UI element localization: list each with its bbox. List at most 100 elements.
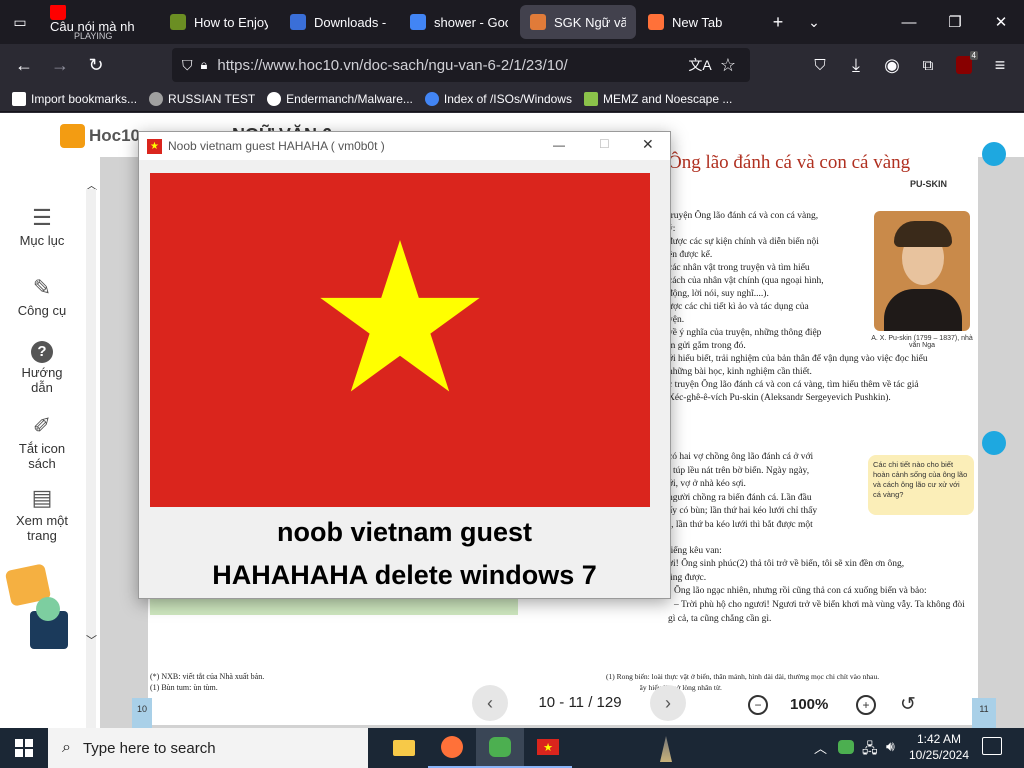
lock-icon[interactable]: 🔒︎ bbox=[201, 57, 208, 73]
footnote-left-2: (1) Bùn tum: ùn tùm. bbox=[150, 683, 218, 692]
vietnam-flag-taskbar-icon: ★ bbox=[537, 739, 559, 755]
folder-icon bbox=[393, 740, 415, 756]
next-page-button[interactable]: › bbox=[650, 685, 686, 721]
image-toggle-icon[interactable] bbox=[982, 142, 1006, 166]
downloads-icon[interactable]: ⤓ bbox=[838, 49, 874, 81]
sidebar-item[interactable]: ▤ Xem một trang bbox=[0, 485, 84, 543]
taskbar-firefox[interactable] bbox=[428, 728, 476, 768]
close-window-button[interactable]: ✕ bbox=[978, 0, 1024, 44]
sidebar-item[interactable]: ? Hướng dẫn bbox=[0, 341, 84, 395]
url-bar[interactable]: ⛉ 🔒︎ https://www.hoc10.vn/doc-sach/ngu-v… bbox=[172, 48, 750, 82]
taskbar-vm-app[interactable] bbox=[476, 728, 524, 768]
page-icon: ▤ bbox=[31, 485, 53, 510]
pocket-icon[interactable]: ⛉ bbox=[802, 49, 838, 81]
scroll-down-icon[interactable]: ﹀ bbox=[86, 632, 97, 648]
new-tab-button[interactable]: + bbox=[760, 6, 796, 38]
tab-4[interactable]: SGK Ngữ vă bbox=[520, 5, 636, 39]
bookmark-label: Index of /ISOs/Windows bbox=[443, 91, 572, 106]
url-text[interactable]: https://www.hoc10.vn/doc-sach/ngu-van-6-… bbox=[217, 57, 567, 74]
dialog-minimize-button[interactable]: — bbox=[553, 138, 565, 152]
sidebar: ︿ ﹀ ☰ Mục lục ✎ Công cụ? Hướng dẫn ✐ Tắt icon … bbox=[0, 157, 100, 728]
taskbar-search-box[interactable]: ⌕ Type here to search bbox=[48, 728, 368, 768]
sidebar-item[interactable]: ☰ Mục lục bbox=[0, 205, 84, 248]
start-button[interactable] bbox=[0, 728, 48, 768]
forward-button[interactable]: → bbox=[42, 49, 78, 81]
dialog-message-line-1: noob vietnam guest bbox=[276, 517, 533, 547]
volume-icon[interactable]: 🔊︎ bbox=[886, 738, 895, 755]
page-number-right: 11 bbox=[972, 698, 996, 728]
tab-favicon-icon bbox=[410, 14, 426, 30]
zoom-in-icon[interactable]: + bbox=[856, 695, 876, 715]
list-all-tabs-icon[interactable]: ⌄ bbox=[796, 6, 832, 38]
book-text-line: yện. bbox=[668, 315, 685, 325]
zoom-out-icon[interactable]: − bbox=[748, 695, 768, 715]
taskbar-flag-app[interactable]: ★ bbox=[524, 728, 572, 768]
story-text-line: ũng được. bbox=[668, 572, 707, 583]
dialog-maximize-button[interactable]: ☐ bbox=[599, 137, 610, 151]
bookmark-label: MEMZ and Noescape ... bbox=[602, 91, 733, 106]
footnote-left-1: (*) NXB: viết tắt của Nhà xuất bản. bbox=[150, 672, 265, 681]
show-hidden-icons[interactable]: ︿ bbox=[814, 738, 827, 757]
tab-title: shower - Goog bbox=[434, 14, 508, 30]
bookmark-label: RUSSIAN TEST bbox=[168, 91, 256, 106]
notification-icon[interactable] bbox=[982, 737, 1002, 755]
extensions-icon[interactable]: ⧉ bbox=[910, 49, 946, 81]
book-text-line: cách của nhân vật chính (qua ngoại hình, bbox=[668, 276, 824, 286]
clock-time: 1:42 AM bbox=[916, 732, 962, 746]
reset-zoom-icon[interactable]: ↺ bbox=[900, 693, 916, 716]
globe-icon bbox=[149, 91, 164, 106]
network-icon[interactable]: 🖧︎ bbox=[862, 738, 878, 762]
minimize-button[interactable]: — bbox=[886, 0, 932, 44]
tab-3[interactable]: shower - Goog bbox=[400, 5, 518, 39]
tab-playing-label: PLAYING bbox=[74, 30, 113, 40]
tab-overview-icon[interactable]: ▭ bbox=[0, 6, 40, 38]
tray-wizard-icon[interactable] bbox=[660, 736, 672, 762]
bookmark-item[interactable]: Import bookmarks... bbox=[12, 91, 137, 106]
sidebar-label: Mục lục bbox=[19, 233, 65, 248]
bookmark-item[interactable]: MEMZ and Noescape ... bbox=[583, 91, 733, 106]
bookmark-star-icon[interactable]: ☆ bbox=[710, 49, 746, 81]
dialog-title-bar[interactable]: ★ Noob vietnam guest HAHAHA ( vm0b0t ) —… bbox=[139, 132, 670, 160]
bookmark-item[interactable]: Index of /ISOs/Windows bbox=[424, 91, 572, 106]
book-text-line: ý: bbox=[668, 224, 676, 234]
google-icon bbox=[424, 91, 439, 106]
sidebar-item[interactable]: ✎ Công cụ bbox=[0, 275, 84, 318]
prev-page-button[interactable]: ‹ bbox=[472, 685, 508, 721]
ublock-icon[interactable]: 4 bbox=[946, 49, 982, 81]
maximize-button[interactable]: ❐ bbox=[932, 0, 978, 44]
book-text-line: các nhân vật trong truyện và tìm hiểu bbox=[668, 263, 810, 273]
story-title: Ông lão đánh cá và con cá vàng bbox=[668, 152, 911, 173]
story-text-line: người chồng ra biển đánh cá. Lần đầu bbox=[668, 492, 812, 503]
story-text: có hai vợ chồng ông lão đánh cá ở với t t… bbox=[668, 451, 978, 626]
tab-0[interactable]: Câu nói mà nh PLAYING bbox=[40, 5, 158, 39]
tab-favicon-icon bbox=[290, 14, 306, 30]
bookmark-item[interactable]: Endermanch/Malware... bbox=[267, 91, 413, 106]
story-text-line: ấy có bùn; lần thứ hai kéo lưới chỉ thấy bbox=[668, 506, 818, 517]
clock[interactable]: 1:42 AM 10/25/2024 bbox=[906, 731, 972, 763]
tab-title: How to Enjoy bbox=[194, 14, 268, 30]
account-icon[interactable]: ◉ bbox=[874, 49, 910, 81]
app-menu-icon[interactable]: ≡ bbox=[982, 49, 1018, 81]
back-button[interactable]: ← bbox=[6, 49, 42, 81]
tab-2[interactable]: Downloads - B bbox=[280, 5, 398, 39]
story-text-line: tiếng kêu van: bbox=[668, 545, 722, 556]
tray-app-icon[interactable] bbox=[838, 740, 854, 754]
search-icon: ⌕ bbox=[62, 739, 71, 756]
author-name: PU-SKIN bbox=[910, 179, 948, 189]
pencil-icon: ✎ bbox=[32, 275, 52, 300]
taskbar-file-explorer[interactable] bbox=[380, 728, 428, 768]
tab-1[interactable]: How to Enjoy bbox=[160, 5, 278, 39]
dialog-close-button[interactable]: ✕ bbox=[642, 136, 654, 153]
image-toggle-icon-2[interactable] bbox=[982, 431, 1006, 455]
page-indicator[interactable]: 10 - 11 / 129 bbox=[520, 683, 640, 721]
page-number-left: 10 bbox=[132, 698, 152, 728]
shield-icon[interactable]: ⛉ bbox=[182, 57, 193, 74]
image-icon bbox=[583, 91, 598, 106]
tab-5[interactable]: New Tab bbox=[638, 5, 754, 39]
windows-taskbar: ⌕ Type here to search ★ ︿ 🖧︎ 🔊︎ 1:42 AM … bbox=[0, 728, 1024, 768]
site-logo[interactable]: Hoc10 bbox=[60, 121, 140, 151]
sidebar-item[interactable]: ✐ Tắt icon sách bbox=[0, 413, 84, 471]
reload-button[interactable]: ↻ bbox=[78, 49, 114, 81]
bookmark-item[interactable]: RUSSIAN TEST bbox=[149, 91, 256, 106]
story-text-line: có hai vợ chồng ông lão đánh cá ở với bbox=[668, 452, 814, 462]
